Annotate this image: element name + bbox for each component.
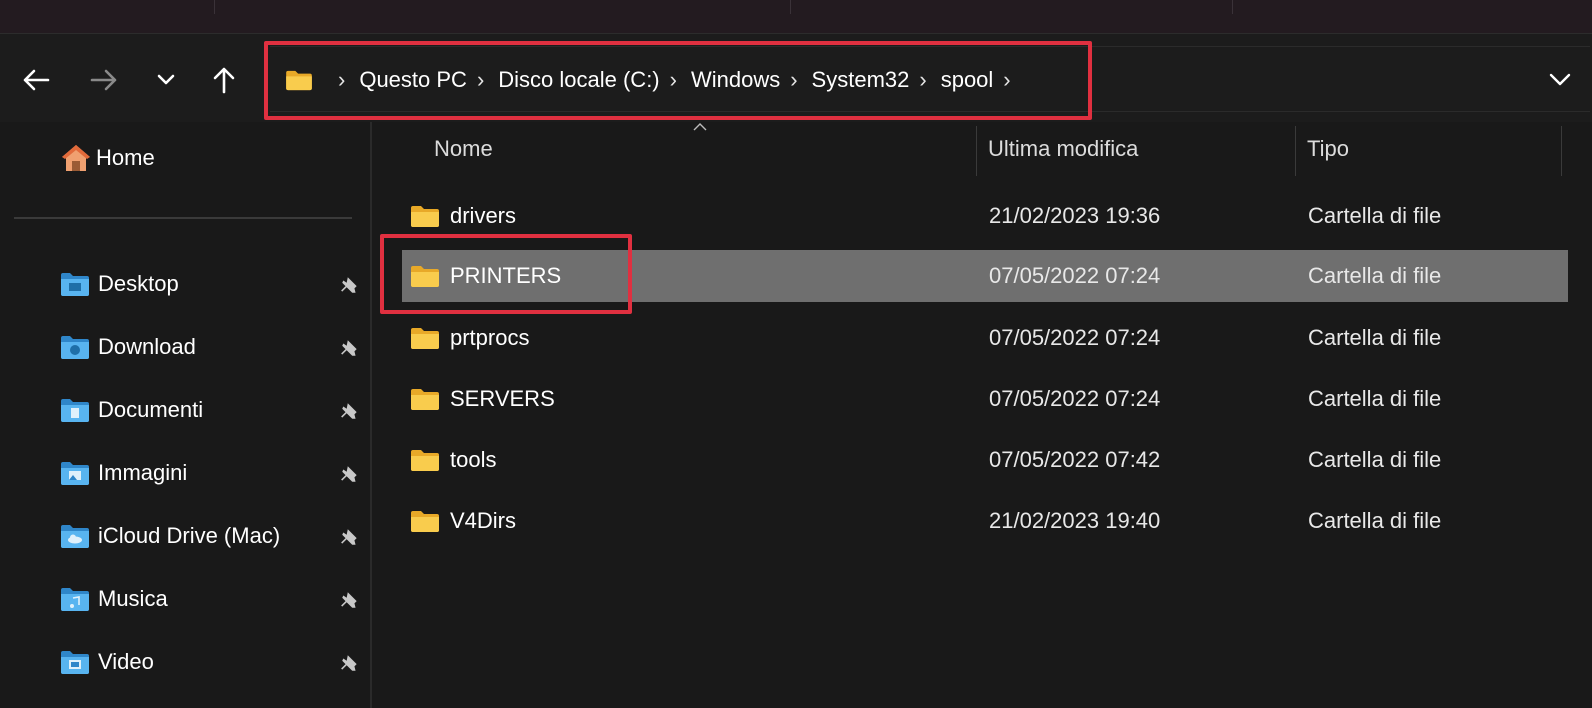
sidebar-item-label: Video bbox=[98, 649, 154, 674]
navigation-pane: Home Desktop Download Documenti Immagini… bbox=[0, 122, 372, 708]
sidebar-item-musica[interactable]: Musica bbox=[60, 579, 168, 619]
pin-icon[interactable] bbox=[340, 652, 360, 674]
file-type: Cartella di file bbox=[1308, 263, 1442, 288]
forward-button[interactable] bbox=[82, 58, 126, 102]
file-type: Cartella di file bbox=[1308, 386, 1442, 411]
folder-icon bbox=[411, 511, 439, 532]
sidebar-item-download[interactable]: Download bbox=[60, 327, 196, 367]
column-header-name[interactable]: Nome bbox=[434, 122, 974, 176]
arrow-right-icon bbox=[90, 69, 117, 91]
file-modified: 21/02/2023 19:36 bbox=[989, 203, 1161, 228]
sidebar-item-label: Desktop bbox=[98, 271, 179, 296]
printers-highlight-box bbox=[380, 234, 632, 314]
address-highlight-box bbox=[264, 41, 1092, 120]
pin-icon[interactable] bbox=[340, 589, 360, 611]
desktop-folder-icon bbox=[61, 273, 89, 296]
pin-icon[interactable] bbox=[340, 400, 360, 422]
pin-icon[interactable] bbox=[340, 337, 360, 359]
column-separator[interactable] bbox=[1561, 126, 1562, 176]
file-row-v4dirs[interactable]: V4Dirs 21/02/2023 19:40 Cartella di file bbox=[402, 495, 1568, 547]
documents-folder-icon bbox=[61, 399, 89, 422]
arrow-left-icon bbox=[23, 69, 50, 91]
file-name: tools bbox=[450, 447, 497, 472]
column-separator[interactable] bbox=[976, 126, 977, 176]
arrow-up-icon bbox=[213, 67, 235, 94]
file-type: Cartella di file bbox=[1308, 325, 1442, 350]
column-header-label: Nome bbox=[434, 136, 493, 161]
sidebar-item-home[interactable]: Home bbox=[60, 138, 155, 178]
sidebar-item-label: Documenti bbox=[98, 397, 204, 422]
file-name: V4Dirs bbox=[450, 508, 517, 533]
sidebar-item-label: Download bbox=[98, 334, 196, 359]
pictures-folder-icon bbox=[61, 462, 89, 485]
file-type: Cartella di file bbox=[1308, 447, 1442, 472]
sidebar-item-label: Immagini bbox=[98, 460, 188, 485]
sidebar-item-documenti[interactable]: Documenti bbox=[60, 390, 203, 430]
file-type: Cartella di file bbox=[1308, 203, 1442, 228]
tab-separator bbox=[790, 0, 791, 14]
sidebar-item-desktop[interactable]: Desktop bbox=[60, 264, 179, 304]
column-header-label: Ultima modifica bbox=[988, 136, 1139, 161]
file-name: prtprocs bbox=[450, 325, 530, 350]
folder-icon bbox=[411, 328, 439, 349]
recent-locations-button[interactable] bbox=[144, 58, 188, 102]
sidebar-item-label: Musica bbox=[98, 586, 168, 611]
download-folder-icon bbox=[61, 336, 89, 359]
music-folder-icon bbox=[61, 588, 89, 611]
tab-separator bbox=[214, 0, 215, 14]
file-modified: 07/05/2022 07:24 bbox=[989, 325, 1161, 350]
sidebar-divider bbox=[14, 217, 352, 219]
sidebar-item-label: Home bbox=[96, 145, 155, 170]
folder-icon bbox=[411, 450, 439, 471]
column-header-label: Tipo bbox=[1307, 136, 1349, 161]
pin-icon[interactable] bbox=[340, 463, 360, 485]
column-header-modified[interactable]: Ultima modifica bbox=[988, 122, 1288, 176]
file-modified: 21/02/2023 19:40 bbox=[989, 508, 1161, 533]
cloud-folder-icon bbox=[61, 525, 89, 548]
pin-icon[interactable] bbox=[340, 274, 360, 296]
video-folder-icon bbox=[61, 651, 89, 674]
folder-icon bbox=[411, 389, 439, 410]
tab-separator bbox=[1232, 0, 1233, 14]
sidebar-item-video[interactable]: Video bbox=[60, 642, 154, 682]
file-row-prtprocs[interactable]: prtprocs 07/05/2022 07:24 Cartella di fi… bbox=[402, 312, 1568, 364]
chevron-down-icon bbox=[157, 74, 175, 85]
up-button[interactable] bbox=[202, 58, 246, 102]
file-type: Cartella di file bbox=[1308, 508, 1442, 533]
pin-icon[interactable] bbox=[340, 526, 360, 548]
sidebar-item-label: iCloud Drive (Mac) bbox=[98, 523, 281, 548]
tab-strip bbox=[0, 0, 1592, 34]
back-button[interactable] bbox=[14, 58, 58, 102]
file-list: Nome Ultima modifica Tipo drivers 21/02/… bbox=[374, 122, 1592, 708]
file-modified: 07/05/2022 07:24 bbox=[989, 263, 1161, 288]
sidebar-item-icloud-drive[interactable]: iCloud Drive (Mac) bbox=[60, 516, 280, 556]
folder-icon bbox=[411, 206, 439, 227]
column-separator[interactable] bbox=[1295, 126, 1296, 176]
chevron-down-icon[interactable] bbox=[1546, 67, 1574, 91]
sidebar-item-immagini[interactable]: Immagini bbox=[60, 453, 187, 493]
file-row-servers[interactable]: SERVERS 07/05/2022 07:24 Cartella di fil… bbox=[402, 373, 1568, 425]
file-row-tools[interactable]: tools 07/05/2022 07:42 Cartella di file bbox=[402, 434, 1568, 486]
file-modified: 07/05/2022 07:42 bbox=[989, 447, 1161, 472]
column-header-type[interactable]: Tipo bbox=[1307, 122, 1557, 176]
file-name: SERVERS bbox=[450, 386, 555, 411]
file-modified: 07/05/2022 07:24 bbox=[989, 386, 1161, 411]
home-icon bbox=[62, 145, 90, 171]
